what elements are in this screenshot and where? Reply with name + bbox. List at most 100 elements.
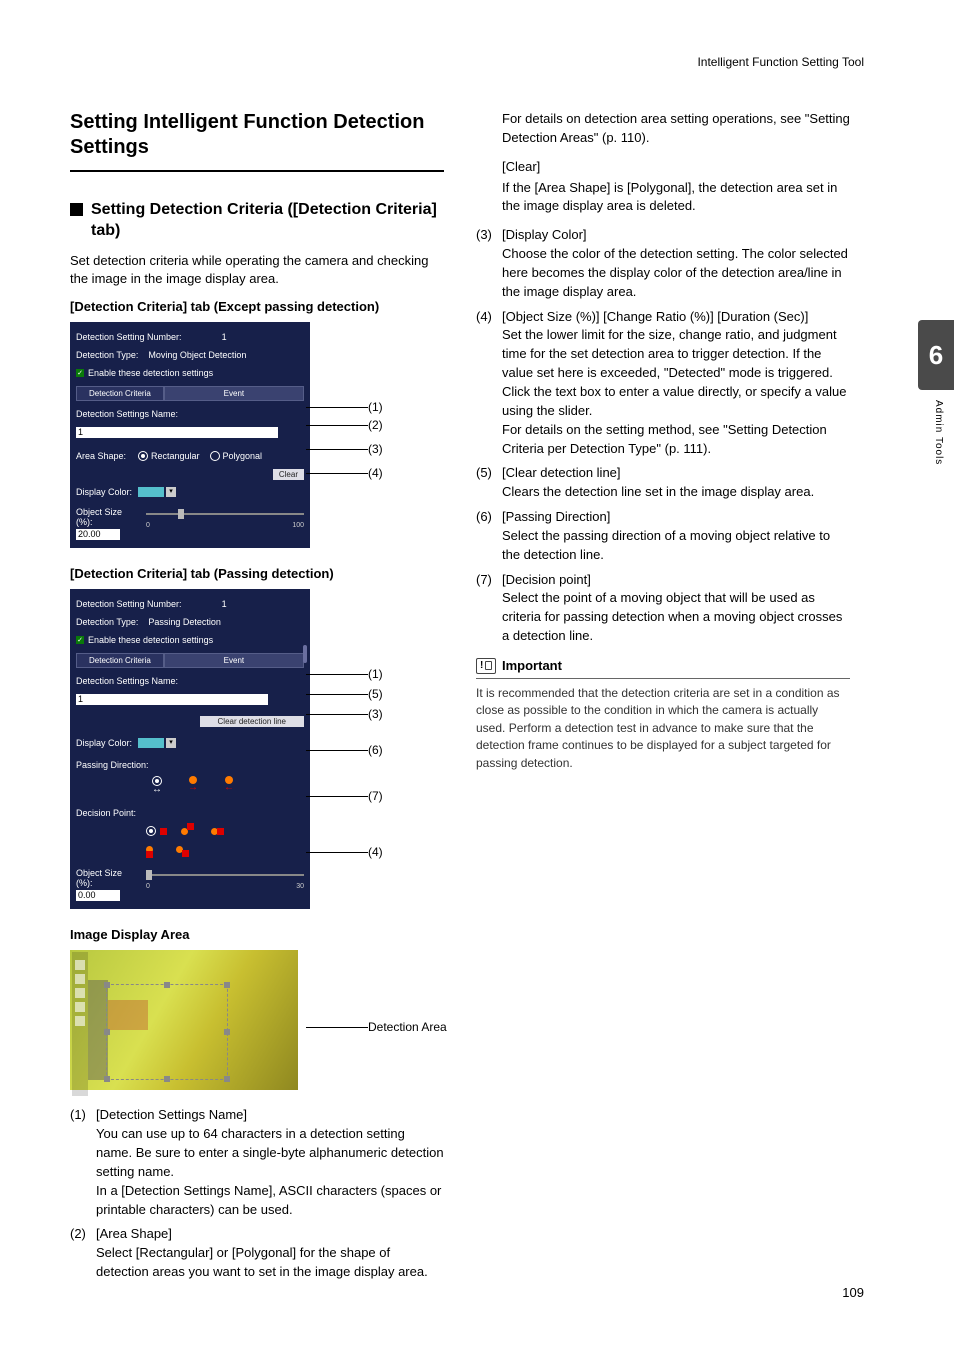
decision-icon[interactable]: [211, 828, 227, 835]
item4-p1: Set the lower limit for the size, change…: [502, 326, 850, 383]
callout-1: (1): [306, 400, 383, 414]
image-display-area[interactable]: [70, 950, 298, 1090]
item2-label: [Area Shape]: [96, 1225, 444, 1244]
item-num-3: (3): [476, 226, 502, 301]
shot2-type-value: Passing Detection: [148, 617, 221, 627]
shot2-setting-number-value: 1: [222, 599, 227, 609]
page-number: 109: [842, 1285, 864, 1300]
shot1-name-label: Detection Settings Name:: [76, 409, 178, 419]
item-num-1: (1): [70, 1106, 96, 1219]
direction-right-icon[interactable]: →: [182, 776, 204, 796]
callout-4b: (4): [306, 845, 383, 859]
chapter-tab: 6: [918, 320, 954, 390]
decision-icon[interactable]: [146, 846, 162, 853]
section-heading: Setting Detection Criteria ([Detection C…: [70, 200, 444, 242]
item5-body: Clears the detection line set in the ima…: [502, 483, 850, 502]
detection-area-label: Detection Area: [306, 1020, 447, 1034]
object-size-input[interactable]: 0.00: [76, 890, 120, 901]
display-color-swatch[interactable]: [138, 738, 164, 748]
item2-p1: Select [Rectangular] or [Polygonal] for …: [96, 1244, 444, 1282]
important-heading-text: Important: [502, 658, 562, 673]
callout-6: (6): [306, 743, 383, 757]
title-underline: [70, 170, 444, 172]
radio-polygonal[interactable]: [210, 451, 220, 461]
important-body: It is recommended that the detection cri…: [476, 685, 850, 772]
clear-button[interactable]: Clear: [273, 469, 304, 480]
item4-p3: For details on the setting method, see "…: [502, 421, 850, 459]
shot1-type-value: Moving Object Detection: [148, 350, 246, 360]
scrollbar-icon[interactable]: [303, 645, 307, 663]
image-display-caption: Image Display Area: [70, 927, 444, 942]
screenshot2-caption: [Detection Criteria] tab (Passing detect…: [70, 566, 444, 581]
dropdown-icon[interactable]: ▾: [166, 738, 176, 748]
passing-direction-options[interactable]: ↔ → ←: [146, 776, 240, 796]
shot1-shape-poly: Polygonal: [223, 451, 263, 461]
detection-area-rect[interactable]: [106, 984, 228, 1080]
header-breadcrumb: Intelligent Function Setting Tool: [697, 55, 864, 69]
shot1-setting-number-value: 1: [222, 332, 227, 342]
decision-point-row1[interactable]: [146, 826, 227, 836]
clear-detection-line-button[interactable]: Clear detection line: [200, 716, 304, 727]
decision-icon[interactable]: [181, 828, 197, 835]
callout-4: (4): [306, 466, 383, 480]
decision-point-row2[interactable]: [146, 846, 192, 853]
item4-label: [Object Size (%)] [Change Ratio (%)] [Du…: [502, 308, 850, 327]
shot2-name-label: Detection Settings Name:: [76, 676, 178, 686]
slider-max: 30: [296, 883, 304, 890]
decision-icon[interactable]: [176, 846, 192, 853]
object-size-input[interactable]: 20.00: [76, 529, 120, 540]
item1-label: [Detection Settings Name]: [96, 1106, 444, 1125]
item1-p1: You can use up to 64 characters in a det…: [96, 1125, 444, 1182]
item6-body: Select the passing direction of a moving…: [502, 527, 850, 565]
important-icon: [476, 658, 496, 674]
radio-rectangular[interactable]: [138, 451, 148, 461]
shot1-shape-rect: Rectangular: [151, 451, 200, 461]
direction-both-icon[interactable]: ↔: [146, 776, 168, 796]
item7-body: Select the point of a moving object that…: [502, 589, 850, 646]
enable-checkbox-icon[interactable]: ✓: [76, 369, 84, 377]
object-size-slider[interactable]: 030: [146, 868, 304, 882]
chapter-label: Admin Tools: [933, 400, 944, 465]
shot1-size-label: Object Size (%):: [76, 507, 138, 527]
callout-5: (5): [306, 687, 383, 701]
important-heading: Important: [476, 658, 850, 679]
object-size-slider[interactable]: 0100: [146, 507, 304, 521]
tab-event[interactable]: Event: [164, 386, 304, 401]
screenshot-detection-criteria-passing: Detection Setting Number: 1 Detection Typ…: [70, 589, 310, 909]
callout-7: (7): [306, 789, 383, 803]
detection-name-input[interactable]: 1: [76, 427, 278, 438]
clear-heading: [Clear]: [502, 158, 850, 177]
item6-label: [Passing Direction]: [502, 508, 850, 527]
shot2-enable-label: Enable these detection settings: [88, 635, 213, 645]
enable-checkbox-icon[interactable]: ✓: [76, 636, 84, 644]
display-color-swatch[interactable]: [138, 487, 164, 497]
shot2-type-label: Detection Type:: [76, 617, 138, 627]
dropdown-icon[interactable]: ▾: [166, 487, 176, 497]
decision-icon[interactable]: [146, 826, 167, 836]
shot2-color-label: Display Color:: [76, 738, 138, 748]
item3-label: [Display Color]: [502, 226, 850, 245]
clear-body: If the [Area Shape] is [Polygonal], the …: [502, 179, 850, 217]
shot1-enable-label: Enable these detection settings: [88, 368, 213, 378]
page-title: Setting Intelligent Function Detection S…: [70, 110, 444, 160]
shot2-size-label: Object Size (%):: [76, 868, 138, 888]
item-num-5: (5): [476, 464, 502, 502]
image-toolbar[interactable]: [72, 952, 88, 1096]
direction-left-icon[interactable]: ←: [218, 776, 240, 796]
slider-min: 0: [146, 883, 150, 890]
item1-p2: In a [Detection Settings Name], ASCII ch…: [96, 1182, 444, 1220]
item-num-2: (2): [70, 1225, 96, 1282]
item3-body: Choose the color of the detection settin…: [502, 245, 850, 302]
item-num-6: (6): [476, 508, 502, 565]
callout-2: (2): [306, 418, 383, 432]
tab-detection-criteria[interactable]: Detection Criteria: [76, 653, 164, 668]
tab-event[interactable]: Event: [164, 653, 304, 668]
shot1-shape-label: Area Shape:: [76, 451, 138, 461]
tab-detection-criteria[interactable]: Detection Criteria: [76, 386, 164, 401]
detection-name-input[interactable]: 1: [76, 694, 268, 705]
callout-3: (3): [306, 442, 383, 456]
callout-1b: (1): [306, 667, 383, 681]
shot2-setting-number-label: Detection Setting Number:: [76, 599, 182, 609]
square-bullet-icon: [70, 203, 83, 216]
shot1-color-label: Display Color:: [76, 487, 138, 497]
